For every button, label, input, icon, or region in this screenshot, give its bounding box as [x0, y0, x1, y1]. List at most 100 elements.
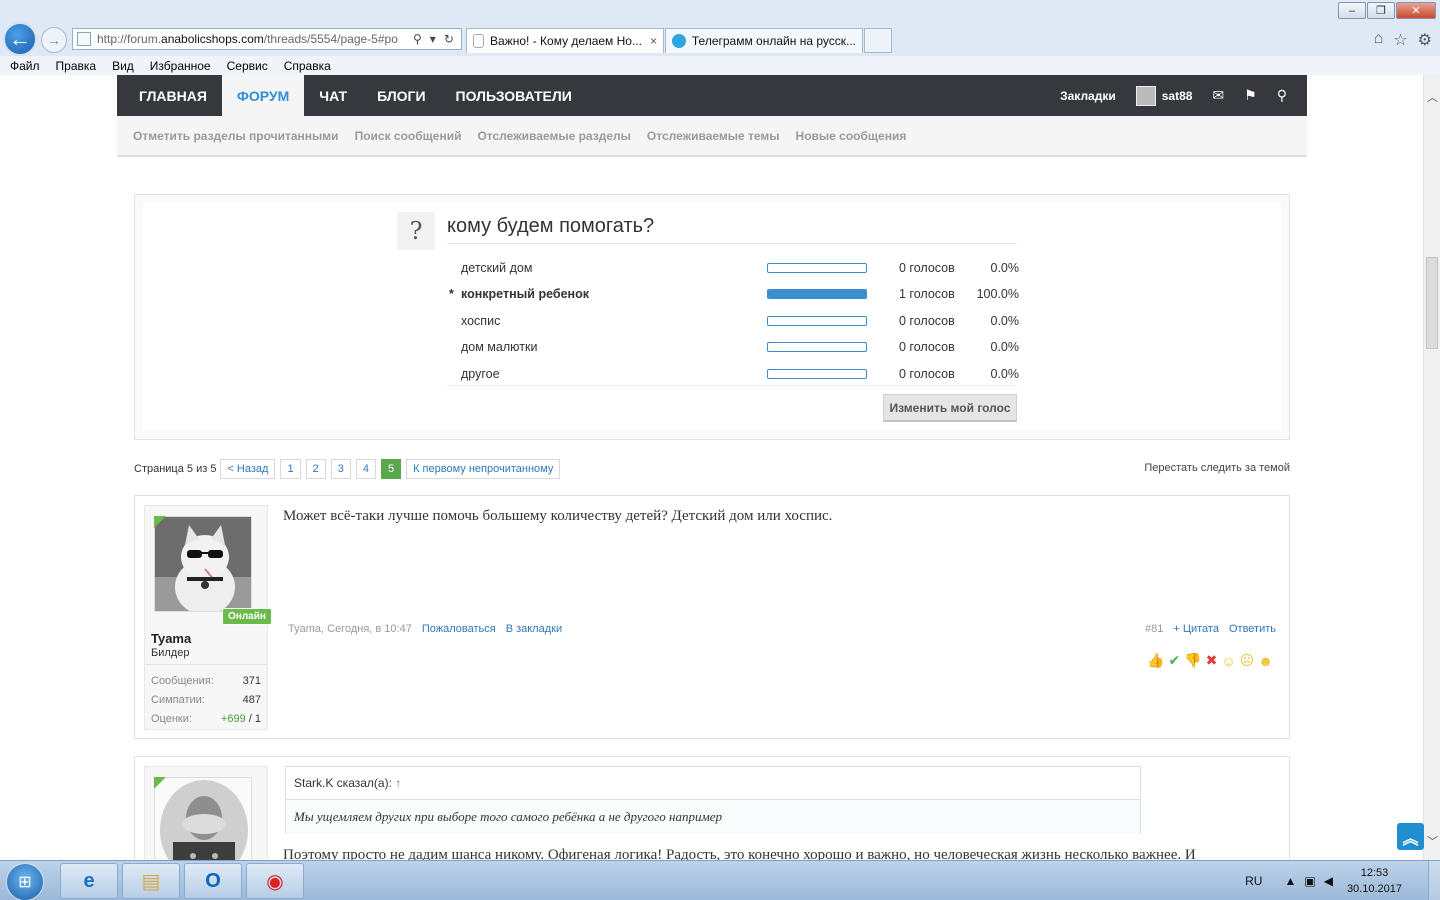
stat-value[interactable]: 371 — [243, 675, 261, 687]
nav-users[interactable]: ПОЛЬЗОВАТЕЛИ — [441, 75, 587, 116]
bookmark-link[interactable]: В закладки — [506, 623, 562, 635]
tab-telegram[interactable]: Телеграмм онлайн на русск... — [665, 28, 863, 53]
taskbar: ⊞ e ▤ O ◉ RU ▲ ▣ ◀ 12:53 30.10.2017 — [0, 860, 1440, 900]
back-button[interactable]: ← — [3, 22, 37, 56]
nav-blogs[interactable]: БЛОГИ — [362, 75, 440, 116]
rating-rest: / 1 — [245, 712, 261, 725]
smile-icon[interactable]: ☺ — [1221, 653, 1235, 669]
post-number[interactable]: #81 — [1145, 623, 1163, 635]
subnav-watched-forums[interactable]: Отслеживаемые разделы — [477, 129, 630, 143]
poll-option: детский дом 0 голосов 0.0% — [449, 258, 1021, 278]
poll-percent: 0.0% — [990, 367, 1020, 381]
page-label: Страница 5 из 5 — [134, 463, 217, 475]
online-corner — [154, 516, 166, 528]
flag-icon[interactable]: ⚑ — [1244, 87, 1257, 104]
surprised-icon[interactable]: ☻ — [1258, 653, 1273, 669]
poll-option: дом малютки 0 голосов 0.0% — [449, 337, 1021, 357]
address-bar[interactable]: http://forum.anabolicshops.com/threads/5… — [72, 28, 462, 50]
start-button[interactable]: ⊞ — [6, 863, 44, 900]
stat-value[interactable]: +699 / 1 — [221, 713, 261, 725]
subnav-search-posts[interactable]: Поиск сообщений — [355, 129, 462, 143]
restore-button[interactable]: ❐ — [1367, 2, 1395, 19]
scroll-to-top-button[interactable]: ︽ — [1397, 823, 1424, 850]
page-1-button[interactable]: 1 — [280, 459, 301, 479]
close-window-button[interactable]: ✕ — [1396, 2, 1436, 19]
refresh-icon[interactable]: ↻ — [444, 32, 454, 46]
user-menu[interactable]: sat88 — [1135, 85, 1192, 106]
home-icon[interactable]: ⌂ — [1374, 30, 1384, 50]
thumbs-down-icon[interactable]: 👎 — [1184, 652, 1201, 669]
taskbar-outlook[interactable]: O — [184, 863, 242, 899]
clock[interactable]: 12:53 30.10.2017 — [1347, 865, 1402, 897]
tray-expand-icon[interactable]: ▲ — [1284, 874, 1296, 888]
avatar[interactable] — [154, 516, 252, 612]
url-text[interactable]: http://forum.anabolicshops.com/threads/5… — [97, 32, 409, 46]
search-icon[interactable]: ⚲ — [1277, 87, 1287, 104]
nav-home[interactable]: ГЛАВНАЯ — [117, 75, 222, 116]
network-icon[interactable]: ▣ — [1304, 874, 1315, 888]
unwatch-thread-link[interactable]: Перестать следить за темой — [1144, 462, 1290, 474]
subnav-watched-threads[interactable]: Отслеживаемые темы — [647, 129, 780, 143]
post-author[interactable]: Tyama — [151, 631, 191, 646]
close-tab-icon[interactable]: × — [650, 34, 657, 48]
vertical-scrollbar[interactable]: ︿ ﹀ — [1423, 75, 1440, 860]
menu-help[interactable]: Справка — [284, 59, 331, 73]
minimize-button[interactable]: – — [1338, 2, 1366, 19]
poll-percent: 0.0% — [990, 261, 1020, 275]
mail-icon[interactable]: ✉ — [1212, 87, 1224, 104]
reactions: 👍 ✔ 👎 ✖ ☺ ☹ ☻ — [1147, 652, 1273, 669]
telegram-icon — [672, 34, 686, 48]
poll-result-bar — [767, 342, 867, 352]
page-4-button[interactable]: 4 — [355, 459, 376, 479]
reply-button[interactable]: Ответить — [1229, 623, 1276, 635]
menu-favorites[interactable]: Избранное — [150, 59, 211, 73]
change-vote-button[interactable]: Изменить мой голос — [883, 394, 1017, 422]
menu-tools[interactable]: Сервис — [227, 59, 268, 73]
page-2-button[interactable]: 2 — [305, 459, 326, 479]
settings-gear-icon[interactable]: ⚙ — [1418, 30, 1432, 50]
cross-icon[interactable]: ✖ — [1206, 652, 1218, 669]
clock-date: 30.10.2017 — [1346, 883, 1402, 895]
tab-forum[interactable]: Важно! - Кому делаем Но... × — [466, 28, 664, 53]
taskbar-explorer[interactable]: ▤ — [122, 863, 180, 899]
forward-button[interactable]: → — [41, 27, 67, 53]
favorites-star-icon[interactable]: ☆ — [1393, 30, 1407, 50]
volume-icon[interactable]: ◀ — [1324, 874, 1333, 888]
check-icon[interactable]: ✔ — [1168, 652, 1180, 669]
arrow-left-icon: ← — [9, 26, 31, 51]
poll-votes: 0 голосов — [899, 314, 955, 328]
taskbar-app[interactable]: ◉ — [246, 863, 304, 899]
show-desktop-button[interactable] — [1428, 861, 1440, 900]
subnav-new-posts[interactable]: Новые сообщения — [796, 129, 907, 143]
scroll-down-icon[interactable]: ﹀ — [1427, 833, 1438, 849]
report-link[interactable]: Пожаловаться — [422, 623, 496, 635]
nav-chat[interactable]: ЧАТ — [304, 75, 362, 116]
prev-page-button[interactable]: < Назад — [220, 459, 276, 479]
page-5-button[interactable]: 5 — [380, 459, 402, 479]
avatar — [1135, 85, 1156, 106]
scroll-up-icon[interactable]: ︿ — [1427, 89, 1438, 105]
post-date[interactable]: Tyama, Сегодня, в 10:47 — [288, 623, 412, 635]
page-3-button[interactable]: 3 — [330, 459, 351, 479]
menu-view[interactable]: Вид — [112, 59, 134, 73]
scrollbar-thumb[interactable] — [1426, 257, 1438, 349]
nav-forum[interactable]: ФОРУМ — [221, 75, 305, 116]
menu-file[interactable]: Файл — [10, 59, 40, 73]
language-indicator[interactable]: RU — [1245, 874, 1262, 888]
divider — [447, 243, 1017, 244]
arrow-up-icon[interactable]: ↑ — [395, 776, 401, 790]
avatar[interactable] — [154, 777, 252, 860]
user-title: Билдер — [151, 647, 190, 659]
bookmarks-link[interactable]: Закладки — [1060, 89, 1116, 103]
taskbar-ie[interactable]: e — [60, 863, 118, 899]
sad-icon[interactable]: ☹ — [1240, 652, 1255, 669]
thumbs-up-icon[interactable]: 👍 — [1147, 652, 1164, 669]
dropdown-icon[interactable]: ▾ — [430, 32, 436, 46]
new-tab-button[interactable] — [864, 28, 892, 53]
subnav-mark-read[interactable]: Отметить разделы прочитанными — [133, 129, 339, 143]
first-unread-button[interactable]: К первому непрочитанному — [406, 459, 561, 479]
stat-value[interactable]: 487 — [243, 694, 261, 706]
menu-edit[interactable]: Правка — [56, 59, 97, 73]
quote-button[interactable]: + Цитата — [1173, 623, 1219, 635]
search-icon[interactable]: ⚲ — [413, 32, 422, 46]
